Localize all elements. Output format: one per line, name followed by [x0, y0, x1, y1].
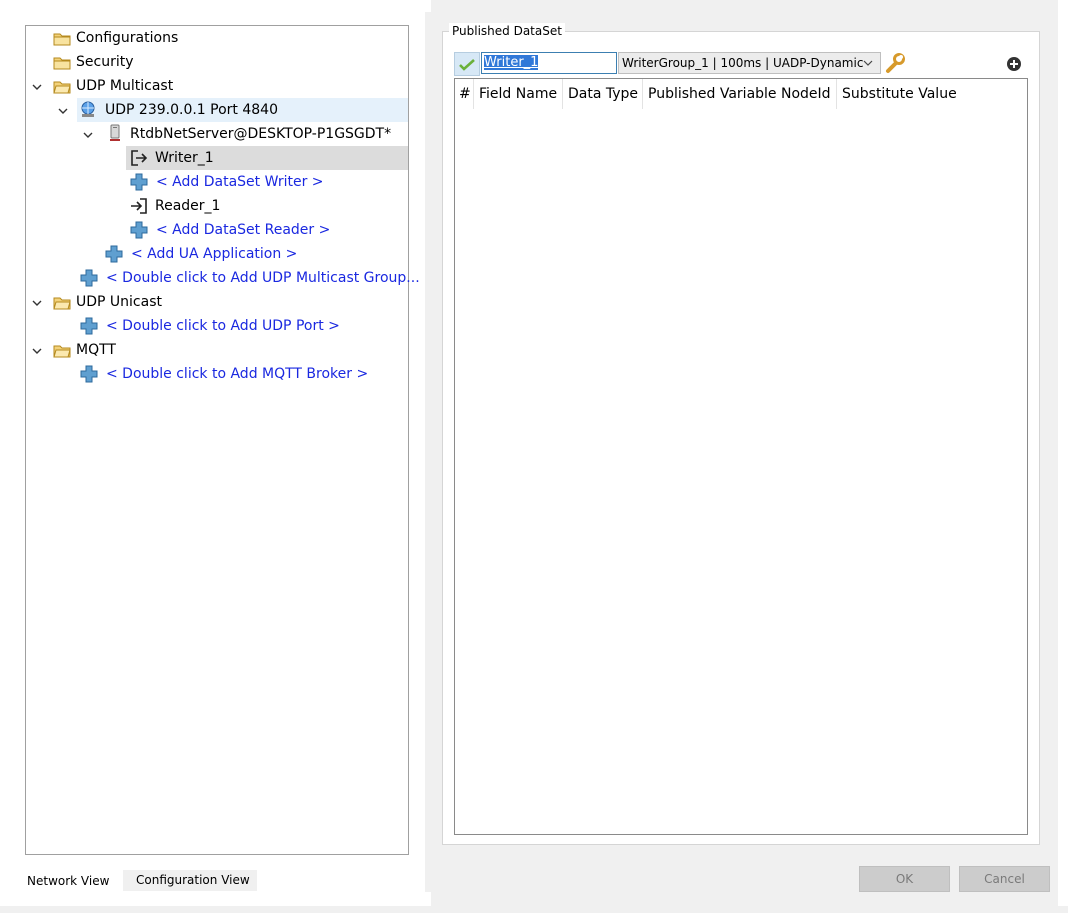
folder-icon	[53, 30, 71, 48]
tree-item-security[interactable]: Security	[76, 50, 134, 74]
tree-item-add-mqtt-broker[interactable]: < Double click to Add MQTT Broker >	[106, 362, 368, 386]
chevron-down-icon[interactable]	[83, 130, 93, 140]
writer-name-text: Writer_1	[484, 55, 539, 70]
tree-item-configurations[interactable]: Configurations	[76, 26, 178, 50]
column-header-field-name[interactable]: Field Name	[474, 79, 563, 109]
reader-arrow-in-icon	[130, 197, 148, 215]
writer-name-input[interactable]: Writer_1	[481, 52, 617, 74]
chevron-down-icon[interactable]	[32, 298, 42, 308]
status-strip	[0, 906, 1068, 913]
add-plus-icon	[80, 317, 98, 335]
column-header-substitute-value[interactable]: Substitute Value	[837, 79, 967, 109]
apply-check-button[interactable]	[454, 52, 480, 76]
tree-item-add-ua-application[interactable]: < Add UA Application >	[131, 242, 297, 266]
folder-icon	[53, 54, 71, 72]
wrench-icon[interactable]	[884, 53, 906, 75]
cancel-button[interactable]: Cancel	[959, 866, 1050, 892]
tab-configuration-view[interactable]: Configuration View	[123, 870, 257, 891]
tree-item-add-multicast-group[interactable]: < Double click to Add UDP Multicast Grou…	[106, 266, 420, 290]
tab-network-view[interactable]: Network View	[15, 870, 121, 893]
add-plus-icon	[130, 173, 148, 191]
chevron-down-icon[interactable]	[32, 82, 42, 92]
fields-grid[interactable]	[454, 78, 1028, 835]
writer-group-select[interactable]: WriterGroup_1 | 100ms | UADP-Dynamic	[618, 52, 881, 74]
published-dataset-label: Published DataSet	[449, 23, 565, 39]
add-plus-icon	[80, 365, 98, 383]
chevron-down-icon[interactable]	[32, 346, 42, 356]
chevron-down-icon[interactable]	[58, 106, 68, 116]
checkmark-icon	[459, 59, 475, 71]
tree-item-udp-multicast[interactable]: UDP Multicast	[76, 74, 173, 98]
column-header-nodeid[interactable]: Published Variable NodeId	[643, 79, 837, 109]
network-globe-icon	[79, 101, 97, 119]
chevron-down-icon	[862, 53, 874, 79]
tree-item-add-udp-port[interactable]: < Double click to Add UDP Port >	[106, 314, 340, 338]
folder-open-icon	[53, 342, 71, 360]
tree-item-reader[interactable]: Reader_1	[155, 194, 220, 218]
writer-arrow-out-icon	[130, 149, 148, 167]
window-edge	[1058, 0, 1068, 913]
writer-group-value: WriterGroup_1 | 100ms | UADP-Dynamic	[622, 56, 864, 70]
column-header-index[interactable]: #	[455, 79, 474, 109]
add-circle-icon[interactable]	[1006, 56, 1022, 72]
splitter[interactable]	[425, 12, 431, 892]
ok-button[interactable]: OK	[859, 866, 950, 892]
folder-open-icon	[53, 294, 71, 312]
tree-item-udp-unicast[interactable]: UDP Unicast	[76, 290, 162, 314]
add-plus-icon	[80, 269, 98, 287]
folder-open-icon	[53, 78, 71, 96]
tree-item-mqtt[interactable]: MQTT	[76, 338, 116, 362]
tree-item-udp-address[interactable]: UDP 239.0.0.1 Port 4840	[105, 98, 278, 122]
tree-item-server[interactable]: RtdbNetServer@DESKTOP-P1GSGDT*	[130, 122, 391, 146]
add-plus-icon	[105, 245, 123, 263]
add-plus-icon	[130, 221, 148, 239]
tree-item-add-writer[interactable]: < Add DataSet Writer >	[156, 170, 324, 194]
column-header-data-type[interactable]: Data Type	[563, 79, 643, 109]
tree-item-writer[interactable]: Writer_1	[155, 146, 214, 170]
server-icon	[106, 124, 124, 142]
tree-item-add-reader[interactable]: < Add DataSet Reader >	[156, 218, 330, 242]
